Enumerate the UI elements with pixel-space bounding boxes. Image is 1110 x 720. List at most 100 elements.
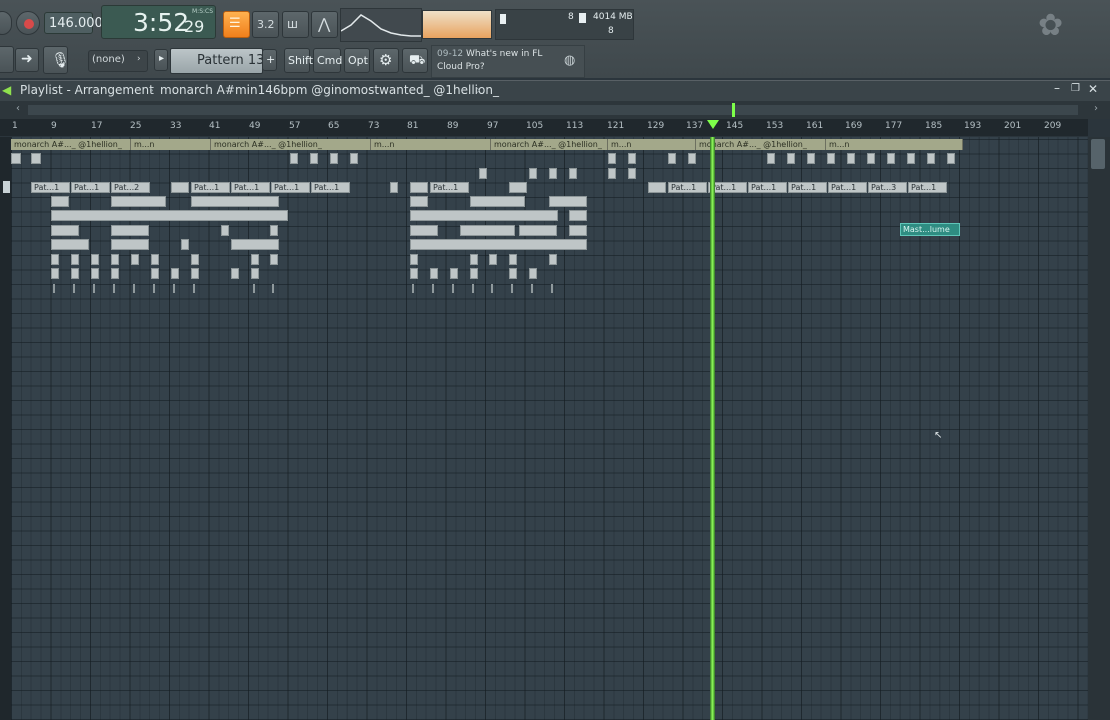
pattern-clip[interactable] — [479, 168, 487, 179]
playhead[interactable] — [710, 137, 715, 720]
playhead-marker-icon[interactable] — [707, 120, 719, 129]
pattern-clip[interactable] — [251, 254, 259, 265]
song-position-display[interactable]: 3:52 29 M:S:CS — [101, 5, 216, 39]
pattern-clip[interactable] — [231, 239, 279, 250]
audio-clip[interactable]: monarch A#..._ @1hellion_ — [211, 139, 371, 150]
audio-clip[interactable]: m...n — [371, 139, 491, 150]
pattern-clip[interactable] — [807, 153, 815, 164]
left-arrow-button[interactable] — [0, 46, 14, 73]
master-volume-display[interactable] — [422, 10, 492, 39]
playlist-speaker-icon[interactable]: ◀ — [2, 83, 11, 97]
pattern-clip[interactable] — [71, 254, 79, 265]
pattern-clip[interactable] — [907, 153, 915, 164]
pattern-clip[interactable] — [549, 196, 587, 207]
pattern-clip[interactable] — [529, 268, 537, 279]
pattern-clip[interactable] — [410, 210, 558, 221]
pattern-clip[interactable] — [430, 268, 438, 279]
snap-selector[interactable]: (none) › — [88, 50, 148, 72]
pattern-clip[interactable]: Pat...1 — [828, 182, 867, 193]
tempo-display[interactable]: 146.000 — [44, 12, 103, 34]
pattern-clip[interactable] — [231, 268, 239, 279]
pattern-clip[interactable]: Pat...1 — [231, 182, 270, 193]
pattern-clip[interactable] — [290, 153, 298, 164]
pattern-clip[interactable] — [91, 254, 99, 265]
pattern-clip[interactable] — [270, 254, 278, 265]
pattern-clip[interactable] — [151, 254, 159, 265]
pattern-clip[interactable] — [519, 225, 557, 236]
opt-key-button[interactable]: Opt — [344, 48, 370, 73]
pattern-clip[interactable]: Pat...2 — [111, 182, 150, 193]
pattern-clip[interactable]: Pat...1 — [748, 182, 787, 193]
pattern-clip[interactable] — [111, 225, 149, 236]
recording-source-button[interactable]: 🎙 — [43, 46, 70, 74]
pattern-clip[interactable]: Pat...1 — [908, 182, 947, 193]
pattern-clip[interactable] — [410, 182, 428, 193]
pattern-clip[interactable] — [569, 225, 587, 236]
pattern-clip[interactable] — [470, 196, 525, 207]
pattern-clip[interactable] — [628, 168, 636, 179]
pattern-clip[interactable]: Pat...1 — [71, 182, 110, 193]
pattern-clip[interactable] — [330, 153, 338, 164]
pattern-clip[interactable] — [767, 153, 775, 164]
pattern-clip[interactable] — [390, 182, 398, 193]
shop-button[interactable]: ⛟ — [402, 48, 428, 73]
record-button[interactable] — [16, 11, 40, 35]
restore-icon[interactable]: ❐ — [1071, 83, 1080, 94]
pattern-clip[interactable]: Pat...1 — [191, 182, 230, 193]
pattern-clip[interactable] — [688, 153, 696, 164]
pattern-clip[interactable] — [191, 254, 199, 265]
track-header-strip[interactable] — [0, 137, 11, 720]
vertical-scrollbar[interactable] — [1088, 137, 1110, 720]
pattern-clip[interactable]: Pat...1 — [271, 182, 310, 193]
pattern-clip[interactable] — [648, 182, 666, 193]
pattern-clip[interactable] — [867, 153, 875, 164]
pattern-clip[interactable] — [827, 153, 835, 164]
pattern-clip[interactable] — [608, 168, 616, 179]
pattern-clip[interactable] — [51, 239, 89, 250]
audio-clip[interactable]: monarch A#..._ @1hellion_ — [11, 139, 131, 150]
pattern-clip[interactable] — [608, 153, 616, 164]
pattern-clip[interactable] — [549, 254, 557, 265]
pattern-clip[interactable] — [51, 254, 59, 265]
pattern-clip[interactable]: Pat...1 — [311, 182, 350, 193]
pattern-song-mode-button[interactable]: ☰ — [223, 11, 250, 38]
pattern-clip[interactable] — [251, 268, 259, 279]
pattern-clip[interactable] — [450, 268, 458, 279]
pattern-clip[interactable] — [131, 254, 139, 265]
pattern-selector[interactable]: Pattern 13 — [170, 48, 264, 74]
audio-clip[interactable]: monarch A#..._ @1hellion_ — [491, 139, 608, 150]
automation-clip[interactable]: Mast...lume — [900, 223, 960, 236]
pattern-clip[interactable] — [151, 268, 159, 279]
pattern-clip[interactable] — [221, 225, 229, 236]
pattern-clip[interactable] — [91, 268, 99, 279]
countdown-button[interactable]: 3.2 — [252, 11, 279, 38]
pattern-clip[interactable] — [470, 254, 478, 265]
audio-clip[interactable]: m...n — [131, 139, 211, 150]
pattern-clip[interactable] — [529, 168, 537, 179]
pattern-clip[interactable] — [410, 268, 418, 279]
playlist-overview-scrollbar[interactable]: ‹ › — [0, 101, 1110, 119]
play-button[interactable] — [0, 11, 12, 35]
audio-clip[interactable]: monarch A#..._ @1hellion_ — [696, 139, 826, 150]
playlist-project-name[interactable]: monarch A#min146bpm @ginomostwanted_ @1h… — [160, 83, 499, 97]
playlist-grid[interactable]: monarch A#..._ @1hellion_ m...n monarch … — [11, 137, 1088, 720]
pattern-clip[interactable] — [310, 153, 318, 164]
pattern-clip[interactable] — [51, 196, 69, 207]
pattern-clip[interactable] — [410, 196, 428, 207]
news-panel[interactable]: 09-12 What's new in FL Cloud Pro? ◍ — [431, 45, 585, 78]
pattern-clip[interactable]: Pat...3 — [868, 182, 907, 193]
pattern-clip[interactable] — [509, 254, 517, 265]
scroll-right-icon[interactable]: › — [1094, 103, 1098, 114]
pattern-clip[interactable] — [569, 168, 577, 179]
close-icon[interactable]: ✕ — [1088, 82, 1098, 96]
audio-clip[interactable]: m...n — [608, 139, 696, 150]
next-arrow-button[interactable]: ➜ — [15, 48, 39, 72]
pattern-clip[interactable]: Pat...1 — [788, 182, 827, 193]
pattern-clip[interactable] — [628, 153, 636, 164]
live-sync-button[interactable]: ⚙ — [373, 48, 399, 73]
pattern-clip[interactable] — [460, 225, 515, 236]
pattern-clip[interactable] — [191, 268, 199, 279]
pattern-clip[interactable] — [668, 153, 676, 164]
pattern-clip[interactable] — [569, 210, 587, 221]
pattern-clip[interactable] — [171, 268, 179, 279]
